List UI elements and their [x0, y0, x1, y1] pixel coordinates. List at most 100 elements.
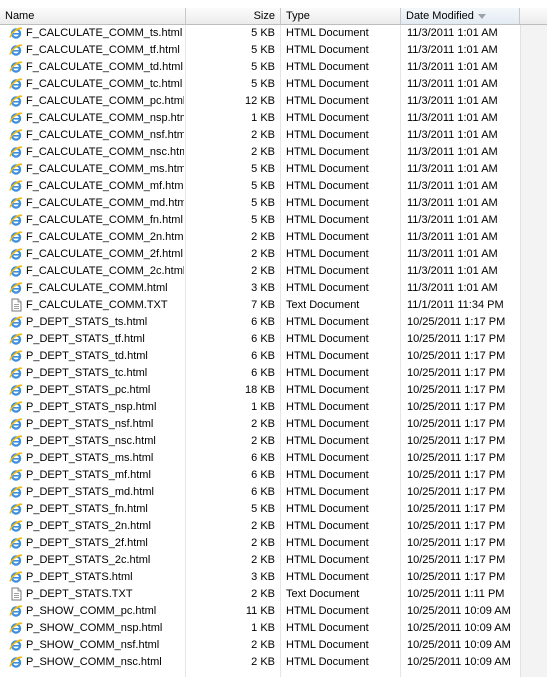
vertical-scrollbar[interactable] [520, 25, 547, 677]
file-row[interactable]: P_SHOW_COMM_nsc.html 2 KB HTML Document 10/… [0, 654, 520, 671]
file-row[interactable]: P_DEPT_STATS_2n.html 2 KB HTML Document 10/… [0, 518, 520, 535]
ie-html-icon [9, 179, 23, 193]
file-name: F_CALCULATE_COMM_fn.html [26, 214, 183, 226]
file-name: P_DEPT_STATS.html [26, 571, 133, 583]
file-row[interactable]: F_CALCULATE_COMM_tf.html 5 KB HTML Documen… [0, 42, 520, 59]
file-date-modified: 10/25/2011 10:09 AM [407, 605, 511, 617]
file-size: 6 KB [251, 316, 275, 328]
file-row[interactable]: P_DEPT_STATS_pc.html 18 KB HTML Document 10… [0, 382, 520, 399]
file-type: HTML Document [286, 78, 369, 90]
file-size: 6 KB [251, 333, 275, 345]
file-row[interactable]: P_SHOW_COMM_nsp.html 1 KB HTML Document 10/… [0, 620, 520, 637]
file-type: HTML Document [286, 503, 369, 515]
file-name: P_SHOW_COMM_pc.html [26, 605, 157, 617]
file-row[interactable]: F_CALCULATE_COMM.html 3 KB HTML Document 11… [0, 280, 520, 297]
file-row[interactable]: P_DEPT_STATS_tc.html 6 KB HTML Document 10/… [0, 365, 520, 382]
file-name: P_DEPT_STATS_nsp.html [26, 401, 157, 413]
file-date-modified: 11/3/2011 1:01 AM [407, 180, 498, 192]
file-type: HTML Document [286, 486, 369, 498]
ie-html-icon [9, 468, 23, 482]
file-date-modified: 10/25/2011 1:17 PM [407, 418, 506, 430]
file-name: P_DEPT_STATS.TXT [26, 588, 133, 600]
file-row[interactable]: F_CALCULATE_COMM_mf.html 5 KB HTML Documen… [0, 178, 520, 195]
file-date-modified: 10/25/2011 10:09 AM [407, 639, 511, 651]
file-type: HTML Document [286, 401, 369, 413]
file-size: 2 KB [251, 435, 275, 447]
file-date-modified: 10/25/2011 1:17 PM [407, 520, 506, 532]
ie-html-icon [9, 451, 23, 465]
file-size: 5 KB [251, 44, 275, 56]
column-header-size[interactable]: Size [186, 8, 281, 25]
file-row[interactable]: P_SHOW_COMM_pc.html 11 KB HTML Document 10/… [0, 603, 520, 620]
file-row[interactable]: P_DEPT_STATS_td.html 6 KB HTML Document 10/… [0, 348, 520, 365]
file-type: Text Document [286, 299, 360, 311]
file-row[interactable]: F_CALCULATE_COMM_nsf.html 2 KB HTML Docume… [0, 127, 520, 144]
file-row[interactable]: P_DEPT_STATS_nsc.html 2 KB HTML Document 10… [0, 433, 520, 450]
ie-html-icon [9, 366, 23, 380]
file-size: 1 KB [251, 112, 275, 124]
file-type: HTML Document [286, 163, 369, 175]
file-name: P_DEPT_STATS_2n.html [26, 520, 151, 532]
file-row[interactable]: F_CALCULATE_COMM_md.html 5 KB HTML Documen… [0, 195, 520, 212]
ie-html-icon [9, 536, 23, 550]
file-size: 5 KB [251, 180, 275, 192]
file-name: F_CALCULATE_COMM_mf.html [26, 180, 184, 192]
file-type: HTML Document [286, 367, 369, 379]
file-row[interactable]: F_CALCULATE_COMM_pc.html 12 KB HTML Docume… [0, 93, 520, 110]
file-name: F_CALCULATE_COMM_nsp.html [26, 112, 184, 124]
file-row[interactable]: F_CALCULATE_COMM_2c.html 2 KB HTML Documen… [0, 263, 520, 280]
ie-html-icon [9, 621, 23, 635]
file-row[interactable]: F_CALCULATE_COMM_tc.html 5 KB HTML Documen… [0, 76, 520, 93]
file-row[interactable]: F_CALCULATE_COMM_ms.html 5 KB HTML Documen… [0, 161, 520, 178]
file-row[interactable]: F_CALCULATE_COMM_td.html 5 KB HTML Documen… [0, 59, 520, 76]
ie-html-icon [9, 485, 23, 499]
file-date-modified: 11/3/2011 1:01 AM [407, 163, 498, 175]
ie-html-icon [9, 247, 23, 261]
file-name: P_DEPT_STATS_tc.html [26, 367, 148, 379]
column-header-type[interactable]: Type [281, 8, 401, 25]
file-row[interactable]: P_DEPT_STATS_nsf.html 2 KB HTML Document 10… [0, 416, 520, 433]
file-size: 6 KB [251, 350, 275, 362]
file-row[interactable]: F_CALCULATE_COMM_2n.html 2 KB HTML Documen… [0, 229, 520, 246]
file-size: 2 KB [251, 418, 275, 430]
file-date-modified: 11/3/2011 1:01 AM [407, 44, 498, 56]
file-row[interactable]: P_DEPT_STATS.TXT 2 KB Text Document 10/25/2… [0, 586, 520, 603]
ie-html-icon [9, 128, 23, 142]
file-list: F_CALCULATE_COMM_ts.html 5 KB HTML Documen… [0, 25, 520, 671]
file-type: HTML Document [286, 265, 369, 277]
file-date-modified: 11/3/2011 1:01 AM [407, 282, 498, 294]
file-size: 2 KB [251, 656, 275, 668]
file-date-modified: 11/3/2011 1:01 AM [407, 27, 498, 39]
file-row[interactable]: P_SHOW_COMM_nsf.html 2 KB HTML Document 10/… [0, 637, 520, 654]
file-row[interactable]: P_DEPT_STATS_fn.html 5 KB HTML Document 10/… [0, 501, 520, 518]
file-row[interactable]: F_CALCULATE_COMM.TXT 7 KB Text Document 11/… [0, 297, 520, 314]
file-size: 2 KB [251, 588, 275, 600]
file-row[interactable]: P_DEPT_STATS.html 3 KB HTML Document 10/25/… [0, 569, 520, 586]
file-size: 1 KB [251, 622, 275, 634]
file-row[interactable]: F_CALCULATE_COMM_fn.html 5 KB HTML Documen… [0, 212, 520, 229]
column-header-date-modified[interactable]: Date Modified [401, 8, 520, 25]
file-type: HTML Document [286, 605, 369, 617]
file-row[interactable]: P_DEPT_STATS_ms.html 6 KB HTML Document 10/… [0, 450, 520, 467]
file-size: 12 KB [245, 95, 275, 107]
ie-html-icon [9, 94, 23, 108]
column-header-name[interactable]: Name [0, 8, 186, 25]
file-name: F_CALCULATE_COMM.TXT [26, 299, 168, 311]
file-date-modified: 10/25/2011 10:09 AM [407, 622, 511, 634]
column-header-date-label: Date Modified [406, 10, 474, 22]
file-row[interactable]: P_DEPT_STATS_nsp.html 1 KB HTML Document 10… [0, 399, 520, 416]
file-row[interactable]: F_CALCULATE_COMM_ts.html 5 KB HTML Documen… [0, 25, 520, 42]
file-row[interactable]: P_DEPT_STATS_2c.html 2 KB HTML Document 10/… [0, 552, 520, 569]
file-row[interactable]: F_CALCULATE_COMM_nsc.html 2 KB HTML Docume… [0, 144, 520, 161]
ie-html-icon [9, 230, 23, 244]
file-row[interactable]: P_DEPT_STATS_ts.html 6 KB HTML Document 10/… [0, 314, 520, 331]
file-row[interactable]: P_DEPT_STATS_2f.html 2 KB HTML Document 10/… [0, 535, 520, 552]
file-size: 6 KB [251, 367, 275, 379]
file-row[interactable]: P_DEPT_STATS_md.html 6 KB HTML Document 10/… [0, 484, 520, 501]
file-name: P_DEPT_STATS_2f.html [26, 537, 148, 549]
file-type: HTML Document [286, 452, 369, 464]
file-row[interactable]: F_CALCULATE_COMM_nsp.html 1 KB HTML Docume… [0, 110, 520, 127]
file-row[interactable]: P_DEPT_STATS_tf.html 6 KB HTML Document 10/… [0, 331, 520, 348]
file-row[interactable]: F_CALCULATE_COMM_2f.html 2 KB HTML Documen… [0, 246, 520, 263]
file-row[interactable]: P_DEPT_STATS_mf.html 6 KB HTML Document 10/… [0, 467, 520, 484]
